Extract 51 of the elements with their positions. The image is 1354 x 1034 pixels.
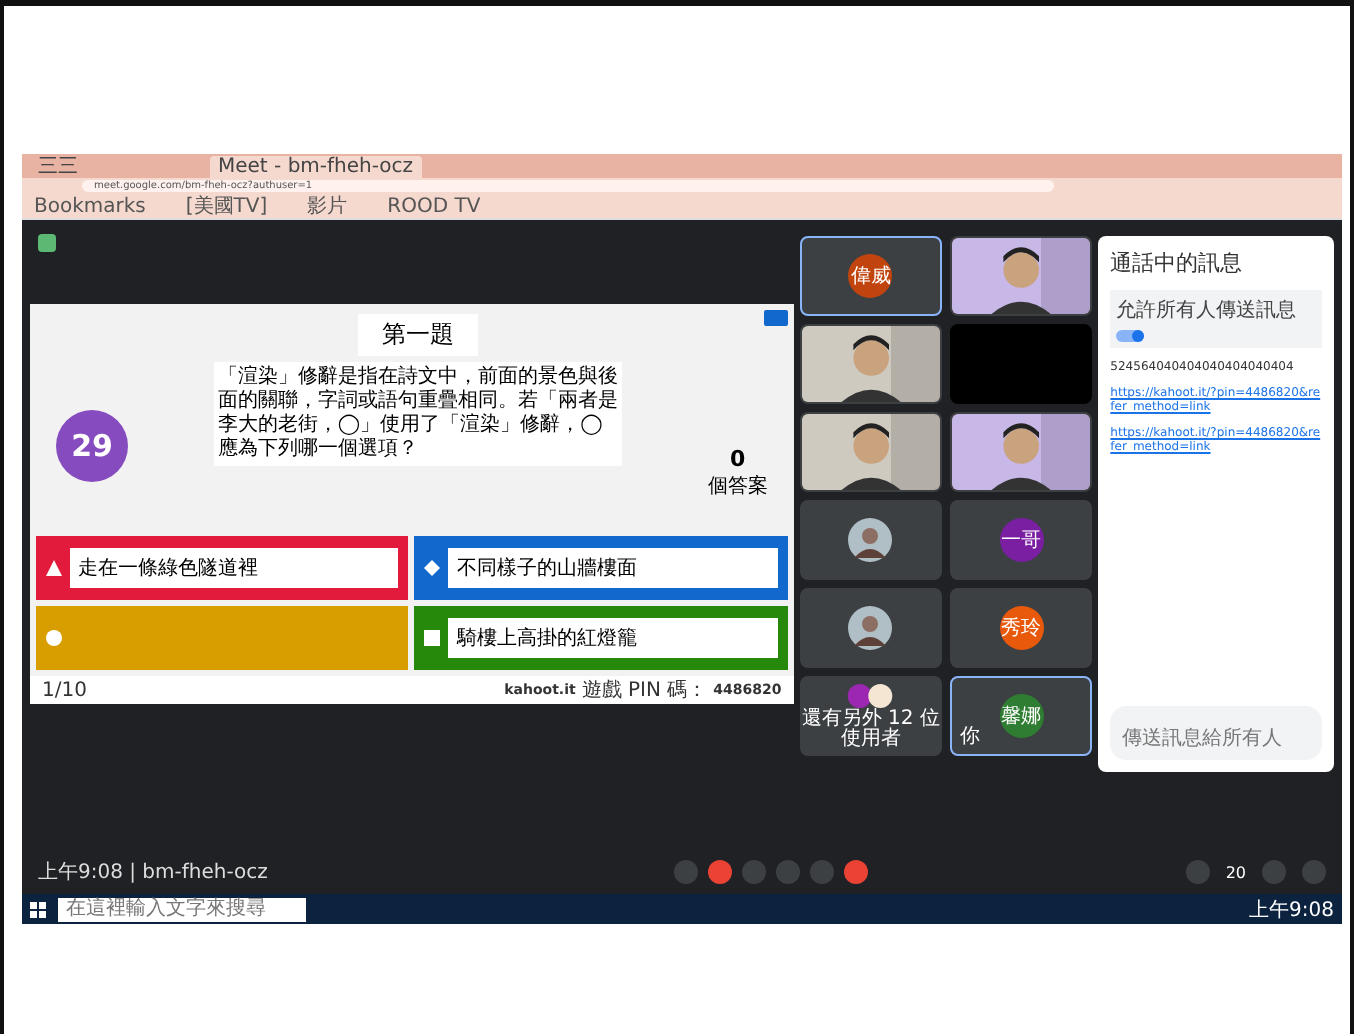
- avatar: 馨娜: [999, 694, 1044, 738]
- diamond-icon: [424, 560, 441, 576]
- camera-button[interactable]: [708, 860, 733, 884]
- message-field[interactable]: 傳送訊息給所有人: [1110, 706, 1322, 760]
- info-button[interactable]: [1185, 860, 1210, 884]
- mic-button[interactable]: [674, 860, 699, 884]
- bookmark[interactable]: [美國TV]: [185, 195, 268, 217]
- meeting-info: 上午9:08 | bm-fheh-ocz: [38, 859, 270, 886]
- avatar: 一哥: [999, 518, 1044, 562]
- allow-toggle[interactable]: [1116, 330, 1145, 342]
- answer-text: 走在一條綠色隧道裡: [70, 548, 399, 588]
- answer-text: 不同樣子的山牆樓面: [448, 548, 778, 588]
- bookmark[interactable]: ROOD TV: [387, 195, 481, 217]
- avatar-stack-icon: [844, 683, 897, 707]
- chat-title: 通話中的訊息: [1110, 248, 1245, 278]
- taskbar-clock: 上午9:08: [1249, 897, 1334, 923]
- triangle-icon: [46, 560, 62, 576]
- avatar: 秀玲: [999, 606, 1044, 650]
- bookmark[interactable]: 影片: [307, 195, 348, 217]
- answer-label: 個答案: [707, 473, 768, 500]
- question-number: 1/10: [42, 679, 87, 701]
- bookmark[interactable]: Bookmarks: [34, 195, 146, 217]
- activities-button[interactable]: [1302, 860, 1326, 884]
- question-text: 「渲染」修辭是指在詩文中，前面的景色與後面的關聯，字詞或語句重疊相同。若「兩者是李大的老街，◯」使用了「渲染」修辭，◯應為下列哪一個選項？: [213, 362, 622, 466]
- answer-option[interactable]: 不同樣子的山牆樓面: [414, 536, 788, 600]
- pin-label: 遊戲 PIN 碼：: [581, 677, 708, 704]
- taskbar-search[interactable]: 在這裡輸入文字來搜尋: [58, 897, 306, 921]
- circle-icon: [46, 630, 62, 646]
- square-icon: [424, 630, 441, 646]
- answer-option[interactable]: [36, 606, 409, 670]
- answer-count: 0: [729, 446, 746, 472]
- participant-name: 你: [959, 724, 980, 750]
- answer-option[interactable]: 走在一條綠色隧道裡: [36, 536, 409, 600]
- more-button[interactable]: [810, 860, 835, 884]
- browser-tab[interactable]: 三三: [30, 156, 202, 178]
- hand-button[interactable]: [742, 860, 767, 884]
- end-call-button[interactable]: [844, 860, 869, 884]
- answer-option[interactable]: 騎樓上高掛的紅燈籠: [414, 606, 788, 670]
- timer: 29: [56, 410, 128, 482]
- question-title: 第一題: [357, 314, 478, 356]
- answer-text: 騎樓上高掛的紅燈籠: [448, 618, 778, 658]
- others-label: 還有另外 12 位使用者: [801, 709, 940, 749]
- avatar: 偉威: [848, 254, 893, 298]
- skip-button[interactable]: [763, 310, 788, 326]
- chat-button[interactable]: [1262, 860, 1286, 884]
- meeting-icon: [38, 233, 56, 251]
- people-count[interactable]: 20: [1225, 863, 1246, 881]
- allow-label: 允許所有人傳送訊息: [1116, 297, 1297, 324]
- present-button[interactable]: [776, 860, 801, 884]
- browser-tab[interactable]: Meet - bm-fheh-ocz: [210, 156, 422, 178]
- windows-icon[interactable]: [30, 901, 46, 917]
